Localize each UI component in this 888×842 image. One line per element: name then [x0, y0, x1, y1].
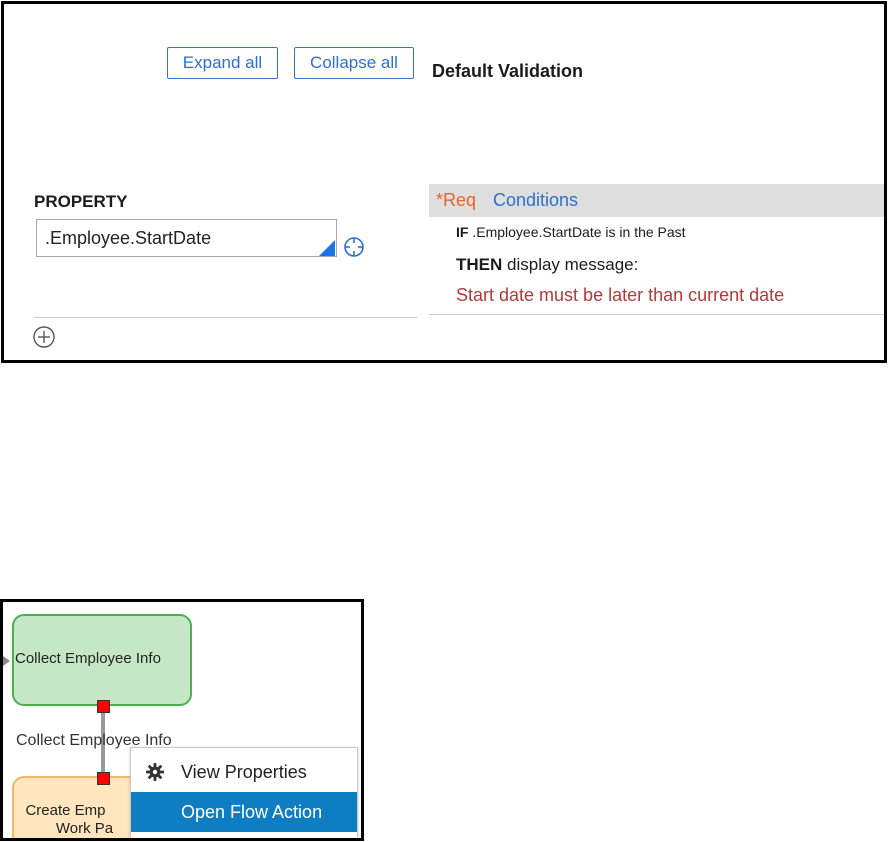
validation-message: Start date must be later than current da… [456, 285, 785, 305]
expand-all-button[interactable]: Expand all [167, 47, 278, 79]
property-divider [34, 317, 417, 318]
condition-then-row: THEN display message: [456, 255, 638, 275]
property-label: PROPERTY [34, 192, 128, 211]
conditions-link[interactable]: Conditions [493, 184, 578, 217]
then-text: display message: [502, 255, 639, 274]
conditions-divider [429, 314, 884, 315]
property-input[interactable]: .Employee.StartDate [36, 219, 337, 257]
connector-start-handle[interactable] [97, 700, 110, 713]
connector-end-handle[interactable] [97, 772, 110, 785]
if-keyword: IF [456, 224, 469, 240]
crosshair-target-icon[interactable] [342, 235, 366, 259]
menu-item-label: View Properties [181, 762, 307, 782]
if-condition-text: .Employee.StartDate is in the Past [468, 224, 686, 240]
orange-shape-label-line1: Create Emp [25, 802, 106, 819]
menu-item-view-properties[interactable]: View Properties [131, 752, 357, 792]
then-keyword: THEN [456, 255, 503, 274]
add-row-icon[interactable] [32, 325, 56, 349]
context-menu: View Properties Open Flow Action [130, 747, 358, 838]
condition-if-row: IF .Employee.StartDate is in the Past [456, 224, 686, 240]
flow-panel: Collect Employee Info Collect Employee I… [0, 599, 364, 841]
default-validation-heading: Default Validation [432, 61, 584, 81]
green-shape-label: Collect Employee Info [15, 650, 161, 667]
gear-icon [146, 763, 164, 781]
required-label: *Req [436, 190, 477, 210]
collapse-all-button[interactable]: Collapse all [294, 47, 414, 79]
orange-shape-label-line2: Work Pa [55, 820, 114, 837]
validation-panel: Expand all Collapse all Default Validati… [1, 1, 887, 363]
menu-item-label: Open Flow Action [181, 802, 323, 822]
menu-item-open-flow-action[interactable]: Open Flow Action [131, 792, 357, 832]
orange-shape-label: Create Emp Work Pa [3, 802, 128, 838]
conditions-header: *Req Conditions [429, 184, 884, 217]
incoming-arrow-icon [3, 656, 10, 666]
property-value: .Employee.StartDate [45, 228, 212, 248]
autocomplete-corner-icon[interactable] [319, 240, 335, 256]
